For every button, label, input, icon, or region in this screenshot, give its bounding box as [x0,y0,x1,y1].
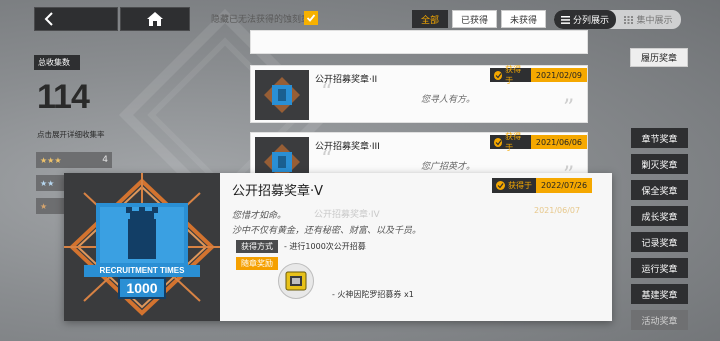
nav-growth-medals[interactable]: 成长奖章 [631,206,688,226]
check-circle-icon [494,137,503,147]
filter-tabs: 全部 已获得 未获得 [412,10,547,28]
reward-tag: 随章奖励 [236,257,278,270]
medal-detail-panel[interactable]: RECRUITMENT TIMES 1000 公开招募奖章·IV 2021/06… [64,173,612,321]
nav-chapter-medals[interactable]: 章节奖章 [631,128,688,148]
quote-open-icon: “ [321,80,333,105]
recruitment-voucher-icon [285,271,307,291]
rarity-row-3star[interactable]: ★★★ 4 [36,152,112,168]
expand-hint: 点击展开详细收集率 [37,130,105,139]
obtained-badge: 获得于 2021/06/06 [490,132,587,152]
badge-text: RECRUITMENT TIMES [99,266,185,275]
obtained-label: 获得于 [508,181,532,190]
obtained-label: 获得于 [505,65,522,85]
view-toggle: 分列展示 集中展示 [554,10,681,29]
medal-card[interactable]: 公开招募奖章·II “ 您寻人有方。 ” 获得于 2021/02/09 [250,65,588,123]
medal-badge [255,70,309,120]
quote-open-icon: “ [321,147,333,172]
badge-number-box: 1000 [118,277,166,299]
home-icon [147,12,163,26]
total-collection-count[interactable]: 114 [37,78,90,117]
filter-unobtained[interactable]: 未获得 [501,10,547,28]
recruitment-medal-icon [264,77,300,113]
medal-quote: 您寻人有方。 [421,95,476,105]
obtained-date: 2021/02/09 [530,68,587,82]
view-concentrate-label: 集中展示 [636,16,673,26]
nav-security-medals[interactable]: 保全奖章 [631,180,688,200]
medal-card-partial[interactable] [250,30,588,54]
underlying-medal-title: 公开招募奖章·IV [314,210,380,220]
grid-icon [624,15,634,24]
nav-operation-medals[interactable]: 运行奖章 [631,258,688,278]
view-concentrate-button[interactable]: 集中展示 [616,10,681,29]
rarity-stars: ★★ [40,178,55,188]
hide-unobtainable-label: 隐藏已无法获得的蚀刻章 [211,15,311,25]
checkmark-icon [306,14,316,22]
back-arrow-icon [44,12,53,26]
obtained-date: 2022/07/26 [536,178,593,193]
detail-description-line2: 沙中不仅有黄金，还有秘密、财富、以及千员。 [232,226,422,236]
filter-obtained[interactable]: 已获得 [452,10,498,28]
detail-obtained-badge: 获得于 2022/07/26 [492,178,593,193]
detail-description-line1: 您惜才如命。 [232,211,287,221]
check-circle-icon [494,70,503,80]
nav-base-medals[interactable]: 基建奖章 [631,284,688,304]
reward-text: - 火神因陀罗招募券 x1 [332,290,414,299]
reward-item[interactable] [278,263,314,299]
rarity-stars: ★ [40,201,48,211]
view-split-label: 分列展示 [572,16,609,26]
filter-all[interactable]: 全部 [412,10,449,28]
total-collection-label: 总收集数 [34,55,80,70]
underlying-medal-date: 2021/06/07 [534,206,581,215]
badge-number: 1000 [126,280,158,296]
obtained-badge: 获得于 2021/02/09 [490,65,587,85]
acquire-method-text: - 进行1000次公开招募 [284,242,366,251]
medal-quote: 您广招英才。 [421,162,476,172]
obtained-date: 2021/06/06 [530,135,587,149]
detail-title: 公开招募奖章·V [232,184,324,199]
check-circle-icon [496,181,505,190]
rarity-stars: ★★★ [40,155,62,165]
home-button[interactable] [120,7,190,31]
detail-badge-area: RECRUITMENT TIMES 1000 [64,173,220,321]
nav-record-medals[interactable]: 记录奖章 [631,232,688,252]
obtained-label: 获得于 [505,132,522,152]
list-icon [560,15,570,24]
acquire-method-tag: 获得方式 [236,240,278,253]
rarity-count: 4 [102,155,108,165]
quote-close-icon: ” [563,96,575,121]
hide-unobtainable-checkbox[interactable] [304,11,318,25]
nav-event-medals[interactable]: 活动奖章 [631,310,688,330]
nav-annihilation-medals[interactable]: 剿灭奖章 [631,154,688,174]
history-medals-button[interactable]: 履历奖章 [630,48,688,67]
back-button[interactable] [34,7,118,31]
view-split-button[interactable]: 分列展示 [554,10,616,29]
